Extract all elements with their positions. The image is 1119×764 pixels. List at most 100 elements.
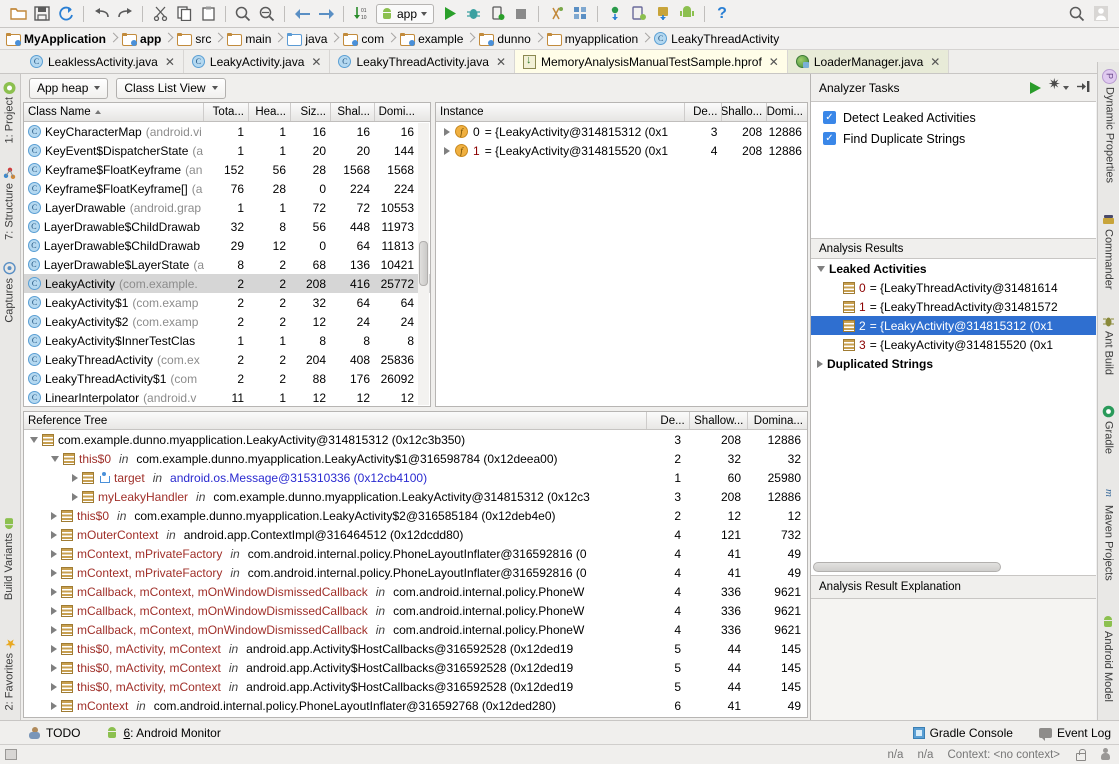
scrollbar-thumb[interactable] <box>813 562 1001 572</box>
attach-debugger-icon[interactable] <box>486 3 508 25</box>
breadcrumb-item-example[interactable]: example <box>400 32 467 46</box>
expand-arrow-icon[interactable] <box>51 701 57 710</box>
reference-tree-row[interactable]: mOuterContext in android.app.ContextImpl@3… <box>24 525 807 544</box>
device-monitor-icon[interactable] <box>628 3 650 25</box>
tab-memoryanalysismanualtestsample-hprof[interactable]: MemoryAnalysisManualTestSample.hprof ✕ <box>515 50 788 73</box>
sidebar-item-project[interactable]: 1: Project <box>3 78 16 146</box>
class-list-row[interactable]: C LayerDrawable$ChildDrawab 29 12 0 64 11813 <box>24 236 430 255</box>
sdk-manager-icon[interactable] <box>545 3 567 25</box>
person-icon[interactable] <box>1100 748 1111 761</box>
expand-arrow-icon[interactable] <box>51 549 57 558</box>
search-everywhere-icon[interactable] <box>1066 3 1088 25</box>
column-header-instance[interactable]: Instance <box>436 103 685 121</box>
run-configuration-selector[interactable]: app <box>376 3 435 24</box>
avd-manager-icon[interactable] <box>604 3 626 25</box>
user-avatar-icon[interactable] <box>1090 3 1112 25</box>
column-header-sizeof[interactable]: Siz... <box>291 103 331 121</box>
reference-tree-row[interactable]: myLeakyHandler in com.example.dunno.myappl… <box>24 487 807 506</box>
expand-arrow-icon[interactable] <box>72 473 78 482</box>
tab-leaklessactivity[interactable]: C LeaklessActivity.java ✕ <box>22 50 184 73</box>
analysis-results-hscrollbar[interactable] <box>813 562 1095 572</box>
reference-tree-row[interactable]: mCallback, mContext, mOnWindowDismissedC… <box>24 620 807 639</box>
copy-icon[interactable] <box>173 3 195 25</box>
sidebar-item-commander[interactable]: Commander <box>1102 210 1115 293</box>
instance-row[interactable]: f 0 = {LeakyActivity@314815312 (0x1 3 208 128… <box>436 122 807 141</box>
checkbox-checked-icon[interactable]: ✓ <box>823 111 836 124</box>
sidebar-item-captures[interactable]: Captures <box>3 259 16 326</box>
tool-window-event-log[interactable]: Event Log <box>1038 726 1111 741</box>
heap-selector[interactable]: App heap <box>29 77 109 99</box>
breadcrumb-item-src[interactable]: src <box>177 32 215 46</box>
redo-icon[interactable] <box>114 3 136 25</box>
stop-icon[interactable] <box>510 3 532 25</box>
column-header-depth[interactable]: De... <box>685 103 723 121</box>
sync-gradle-icon[interactable] <box>652 3 674 25</box>
tool-window-todo[interactable]: TODO <box>28 726 80 740</box>
checkbox-checked-icon[interactable]: ✓ <box>823 132 836 145</box>
breadcrumb-item-java[interactable]: java <box>287 32 331 46</box>
analysis-result-item[interactable]: 0 = {LeakyThreadActivity@31481614 <box>811 278 1096 297</box>
tab-close-icon[interactable]: ✕ <box>769 56 779 68</box>
class-list-row[interactable]: C Keyframe$FloatKeyframe (an 152 56 28 1568 15… <box>24 160 430 179</box>
tab-leakythreadactivity[interactable]: C LeakyThreadActivity.java ✕ <box>330 50 516 73</box>
expand-arrow-icon[interactable] <box>51 606 57 615</box>
view-selector[interactable]: Class List View <box>116 77 226 99</box>
analysis-result-item[interactable]: 1 = {LeakyThreadActivity@31481572 <box>811 297 1096 316</box>
class-list-row[interactable]: C KeyEvent$DispatcherState (a 1 1 20 20 144 <box>24 141 430 160</box>
paste-icon[interactable] <box>197 3 219 25</box>
help-icon[interactable]: ? <box>711 3 733 25</box>
cut-icon[interactable] <box>149 3 171 25</box>
sidebar-item-android-model[interactable]: Android Model <box>1102 612 1114 705</box>
sidebar-item-maven-projects[interactable]: m Maven Projects <box>1102 486 1116 584</box>
task-find-duplicate-strings[interactable]: ✓ Find Duplicate Strings <box>823 128 1096 149</box>
reference-tree-row[interactable]: com.example.dunno.myapplication.LeakyAct… <box>24 430 807 449</box>
reference-tree-row[interactable]: mContext, mPrivateFactory in com.android.i… <box>24 563 807 582</box>
forward-icon[interactable] <box>315 3 337 25</box>
analyzer-settings-button[interactable] <box>1048 77 1069 94</box>
class-list-row[interactable]: C LayerDrawable (android.grap 1 1 72 72 10553 <box>24 198 430 217</box>
expand-arrow-icon[interactable] <box>51 663 57 672</box>
sidebar-item-gradle[interactable]: Gradle <box>1102 402 1115 457</box>
expand-arrow-icon[interactable] <box>817 265 825 272</box>
class-list-row[interactable]: C LeakyActivity$2 (com.examp 2 2 12 24 24 <box>24 312 430 331</box>
expand-arrow-icon[interactable] <box>51 625 57 634</box>
analysis-results-tree[interactable]: Leaked Activities 0 = {LeakyThreadActivity… <box>811 259 1096 575</box>
analyzer-tasks-list[interactable]: ✓ Detect Leaked Activities ✓ Find Duplic… <box>811 102 1096 239</box>
reference-tree-row[interactable]: this$0, mActivity, mContext in android.app… <box>24 639 807 658</box>
find-icon[interactable] <box>232 3 254 25</box>
tool-window-gradle-console[interactable]: Gradle Console <box>912 726 1013 740</box>
reference-tree-row[interactable]: mCallback, mContext, mOnWindowDismissedC… <box>24 601 807 620</box>
sort-numeric-icon[interactable]: 01 10 <box>350 3 372 25</box>
class-list-row[interactable]: C KeyCharacterMap (android.vi 1 1 16 16 16 <box>24 122 430 141</box>
instance-body[interactable]: f 0 = {LeakyActivity@314815312 (0x1 3 208 128… <box>436 122 807 160</box>
analysis-result-item[interactable]: 2 = {LeakyActivity@314815312 (0x1 <box>811 316 1096 335</box>
expand-arrow-icon[interactable] <box>51 587 57 596</box>
expand-arrow-icon[interactable] <box>51 568 57 577</box>
expand-arrow-icon[interactable] <box>51 455 59 462</box>
breadcrumb-item-app[interactable]: app <box>122 32 165 46</box>
reference-tree-body[interactable]: com.example.dunno.myapplication.LeakyAct… <box>24 430 807 715</box>
expand-arrow-icon[interactable] <box>72 492 78 501</box>
tool-window-android-monitor[interactable]: 6: Android Monitor <box>106 726 221 740</box>
column-header-depth[interactable]: De... <box>647 412 690 429</box>
analysis-result-item[interactable]: 3 = {LeakyActivity@314815520 (0x1 <box>811 335 1096 354</box>
analysis-result-group[interactable]: Leaked Activities <box>811 259 1096 278</box>
collapse-panel-icon[interactable] <box>1077 80 1090 95</box>
tab-loadermanager[interactable]: LoaderManager.java ✕ <box>787 50 950 73</box>
sidebar-item-dynamic-properties[interactable]: P Dynamic Properties <box>1102 66 1117 186</box>
reference-tree-row[interactable]: mContext in com.android.internal.policy.Ph… <box>24 696 807 715</box>
tab-close-icon[interactable]: ✕ <box>496 56 506 68</box>
android-device-icon[interactable] <box>676 3 698 25</box>
reference-tree-row[interactable]: mCallback, mContext, mOnWindowDismissedC… <box>24 582 807 601</box>
expand-arrow-icon[interactable] <box>444 127 450 136</box>
class-list-row[interactable]: C LayerDrawable$LayerState (a 8 2 68 136 10421 <box>24 255 430 274</box>
column-header-shallow[interactable]: Shallo... <box>722 103 768 121</box>
back-icon[interactable] <box>291 3 313 25</box>
reference-tree-row[interactable]: this$0, mActivity, mContext in android.app… <box>24 677 807 696</box>
open-folder-icon[interactable] <box>7 3 29 25</box>
analysis-result-group[interactable]: Duplicated Strings <box>811 354 1096 373</box>
tab-close-icon[interactable]: ✕ <box>930 56 940 68</box>
reference-tree-row[interactable]: target in android.os.Message@315310336 (0x… <box>24 468 807 487</box>
expand-arrow-icon[interactable] <box>817 359 823 368</box>
expand-arrow-icon[interactable] <box>51 644 57 653</box>
